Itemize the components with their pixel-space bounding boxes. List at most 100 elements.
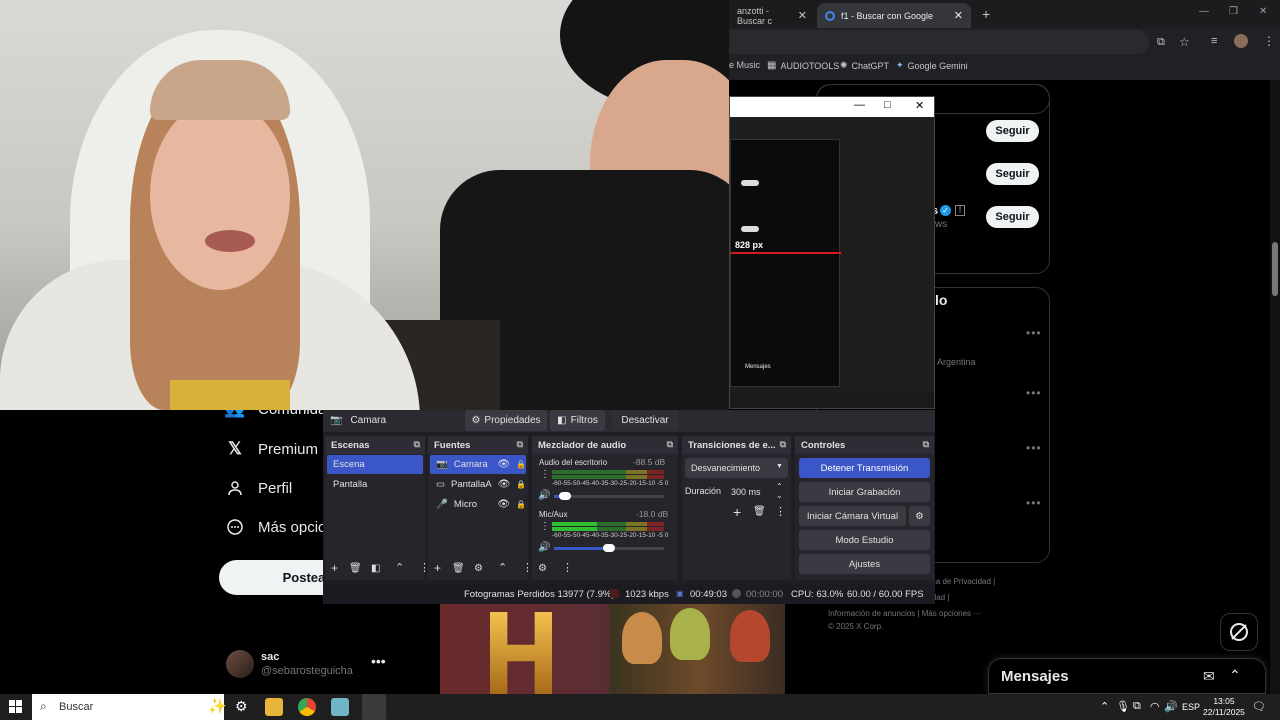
nav-profile[interactable]: Perfil — [226, 479, 292, 497]
more-vertical-icon[interactable]: ⋮ — [540, 521, 550, 532]
maximize-icon[interactable]: ❐ — [1229, 6, 1238, 17]
close-icon[interactable]: ✕ — [798, 9, 807, 22]
properties-button[interactable]: ⚙ Propiedades — [465, 410, 547, 431]
filter-icon[interactable]: ◧ — [371, 563, 380, 574]
undock-icon[interactable]: ⧉ — [923, 439, 929, 450]
footer-privacy[interactable]: ica de Privacidad | — [930, 577, 995, 586]
follow-button[interactable]: Seguir — [986, 206, 1039, 228]
filters-button[interactable]: ◧ Filtros — [550, 410, 605, 431]
more-vertical-icon[interactable]: ⋮ — [540, 469, 550, 480]
undock-icon[interactable]: ⧉ — [780, 439, 786, 450]
close-window-icon[interactable]: ✕ — [915, 99, 924, 112]
new-tab-button[interactable]: + — [982, 6, 990, 22]
star-icon[interactable]: ☆ — [1179, 35, 1190, 49]
follow-button[interactable]: Seguir — [986, 120, 1039, 142]
more-icon[interactable]: ••• — [1026, 326, 1042, 340]
lock-icon[interactable]: 🔒 — [516, 460, 526, 469]
windows-start-icon[interactable] — [9, 700, 22, 713]
microphone-icon[interactable]: 🎙 — [1116, 700, 1130, 713]
grok-button[interactable] — [1220, 613, 1258, 651]
follow-button[interactable]: Seguir — [986, 163, 1039, 185]
app-icon[interactable] — [331, 698, 349, 716]
minimize-icon[interactable]: — — [1199, 6, 1209, 17]
lock-icon[interactable]: 🔒 — [516, 480, 526, 489]
bookmark-chatgpt[interactable]: ✺ ChatGPT — [840, 60, 889, 71]
start-virtual-camera-button[interactable]: Iniciar Cámara Virtual — [799, 506, 906, 526]
chevron-up-icon[interactable]: ⌃ — [1229, 667, 1241, 684]
new-message-icon[interactable]: ✉ — [1203, 668, 1215, 685]
chrome-icon[interactable] — [298, 698, 316, 716]
settings-gear-icon[interactable]: ⚙ — [235, 698, 248, 715]
chevron-up-icon[interactable]: ⌃ — [776, 482, 783, 491]
chevron-up-icon[interactable]: ⌃ — [1100, 700, 1109, 713]
chevron-down-icon[interactable]: ⌄ — [776, 491, 783, 500]
wifi-icon[interactable]: ◠ — [1150, 700, 1160, 713]
speaker-icon[interactable]: 🔊 — [538, 490, 550, 501]
virtual-camera-settings-button[interactable]: ⚙ — [909, 506, 930, 526]
gear-icon[interactable]: ⚙ — [474, 563, 483, 574]
footer-ads[interactable]: Información de anuncios | Más opciones ·… — [828, 609, 981, 618]
transition-select[interactable]: Desvanecimiento ▼ — [685, 458, 788, 478]
maximize-icon[interactable]: □ — [884, 99, 891, 111]
obs-taskbar-icon[interactable] — [362, 694, 386, 720]
stop-streaming-button[interactable]: Detener Transmisión — [799, 458, 930, 478]
undock-icon[interactable]: ⧉ — [517, 439, 523, 450]
undock-icon[interactable]: ⧉ — [667, 439, 673, 450]
speaker-icon[interactable]: 🔊 — [538, 542, 550, 553]
bookmark-gemini[interactable]: ✦ Google Gemini — [896, 60, 968, 71]
eye-icon[interactable]: 👁 — [498, 479, 511, 490]
scene-item[interactable]: Pantalla — [327, 475, 423, 494]
reading-list-icon[interactable]: ≡ — [1211, 35, 1217, 47]
file-explorer-icon[interactable] — [265, 698, 283, 716]
add-icon[interactable]: + — [733, 504, 741, 520]
volume-handle[interactable] — [603, 544, 615, 552]
nav-premium[interactable]: 𝕏 Premium — [226, 439, 318, 458]
add-icon[interactable]: + — [434, 561, 441, 575]
language-indicator[interactable]: ESP — [1182, 702, 1200, 712]
add-icon[interactable]: + — [331, 561, 338, 575]
studio-mode-button[interactable]: Modo Estudio — [799, 530, 930, 550]
profile-avatar[interactable] — [1234, 34, 1248, 48]
settings-button[interactable]: Ajustes — [799, 554, 930, 574]
close-window-icon[interactable]: ✕ — [1259, 6, 1267, 17]
source-item[interactable]: 🎤 Micro 👁 🔒 — [430, 495, 526, 514]
lock-icon[interactable]: 🔒 — [516, 500, 526, 509]
volume-icon[interactable]: 🔊 — [1164, 700, 1178, 713]
install-app-icon[interactable]: ⧉ — [1157, 36, 1165, 49]
meet-now-icon[interactable]: ⧉ — [1133, 700, 1141, 713]
address-bar[interactable] — [729, 30, 1149, 54]
taskbar-search[interactable]: ⌕ Buscar ✨ — [32, 694, 227, 720]
account-switcher[interactable]: sac @sebarosteguicha ••• — [226, 648, 396, 680]
scene-item[interactable]: Escena — [327, 455, 423, 474]
trash-icon[interactable]: 🗑 — [753, 506, 766, 517]
more-icon[interactable]: ••• — [1026, 496, 1042, 510]
advanced-audio-icon[interactable]: ⚙ — [538, 563, 547, 574]
bookmark-audiotools[interactable]: ▦ AUDIOTOOLS — [767, 60, 839, 71]
eye-icon[interactable]: 👁 — [497, 459, 510, 470]
undock-icon[interactable]: ⧉ — [414, 439, 420, 450]
trash-icon[interactable]: 🗑 — [349, 563, 362, 574]
trash-icon[interactable]: 🗑 — [452, 563, 465, 574]
start-recording-button[interactable]: Iniciar Grabación — [799, 482, 930, 502]
messages-drawer[interactable]: Mensajes ✉ ⌃ — [988, 658, 1266, 694]
chevron-up-icon[interactable]: ⌃ — [498, 561, 507, 574]
source-item[interactable]: 📷 Camara 👁 🔒 — [430, 455, 526, 474]
deactivate-button[interactable]: Desactivar — [612, 410, 678, 431]
more-vertical-icon[interactable]: ⋮ — [775, 505, 786, 518]
eye-icon[interactable]: 👁 — [497, 499, 510, 510]
more-vertical-icon[interactable]: ⋮ — [562, 561, 573, 574]
tab-search-1[interactable]: anzotti - Buscar c ✕ — [729, 3, 815, 28]
scrollbar[interactable] — [1270, 80, 1280, 694]
source-item[interactable]: ▭ PantallaA 👁 🔒 — [430, 475, 526, 494]
clock[interactable]: 13:05 22/11/2025 — [1203, 696, 1245, 718]
more-icon[interactable]: ••• — [1026, 386, 1042, 400]
minimize-icon[interactable]: — — [854, 99, 865, 111]
tab-search-2[interactable]: f1 - Buscar con Google ✕ — [817, 3, 971, 28]
duration-input[interactable]: 300 ms ⌃ ⌄ — [725, 482, 787, 502]
notification-icon[interactable]: 🗨 — [1252, 700, 1266, 713]
scrollbar-thumb[interactable] — [1272, 242, 1278, 296]
close-icon[interactable]: ✕ — [954, 9, 963, 22]
chevron-up-icon[interactable]: ⌃ — [395, 561, 404, 574]
bookmark-music[interactable]: e Music — [729, 60, 760, 70]
more-icon[interactable]: ••• — [1026, 441, 1042, 455]
